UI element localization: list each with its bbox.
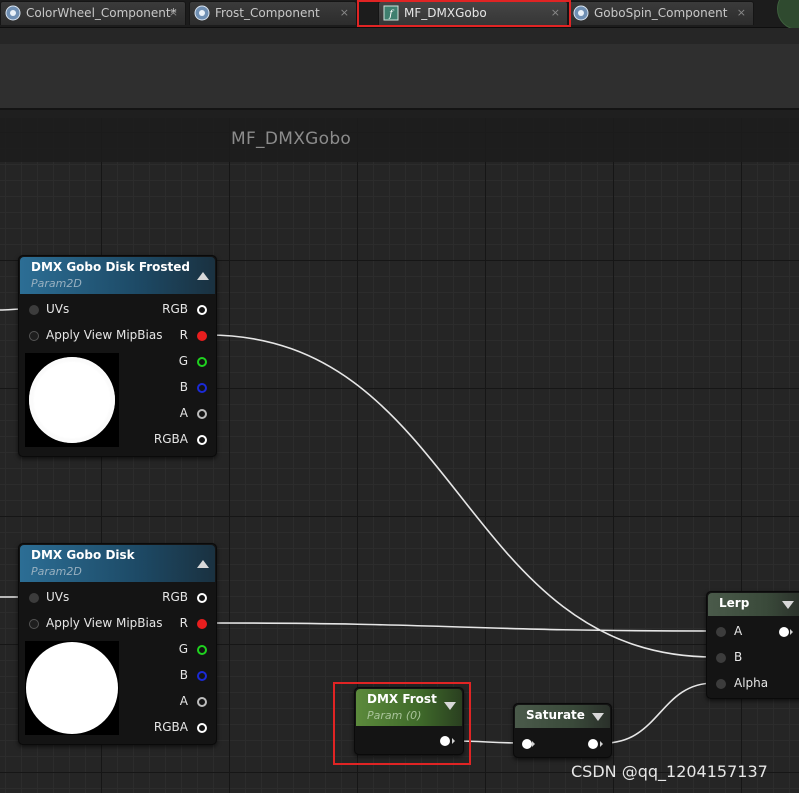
node-title: Lerp bbox=[719, 596, 750, 610]
pin-label-b: B bbox=[179, 380, 188, 394]
pin-label-rgb: RGB bbox=[162, 302, 188, 316]
pin-label-a: A bbox=[179, 406, 188, 420]
output-pin-a[interactable] bbox=[197, 697, 207, 707]
node-title: DMX Gobo Disk bbox=[31, 548, 135, 562]
output-pin-r[interactable] bbox=[197, 619, 207, 629]
wire-disk-r-to-lerp-a bbox=[207, 622, 715, 632]
pin-label-rgba: RGBA bbox=[153, 720, 188, 734]
pin-label-uvs: UVs bbox=[46, 302, 70, 316]
output-pin-b[interactable] bbox=[197, 671, 207, 681]
wire-frosted-r-to-lerp-b bbox=[207, 334, 715, 658]
output-pin-rgba[interactable] bbox=[197, 723, 207, 733]
node-header[interactable]: Lerp bbox=[708, 593, 799, 616]
node-dmx-gobo-disk[interactable]: DMX Gobo Disk Param2D UVs Apply View Mip… bbox=[18, 543, 217, 745]
node-subtitle: Param2D bbox=[31, 565, 82, 578]
frosted-disk-preview bbox=[29, 357, 115, 443]
output-pin-value[interactable] bbox=[440, 736, 450, 746]
collapse-arrow-icon[interactable] bbox=[197, 560, 209, 568]
pin-arrow-icon bbox=[600, 741, 603, 747]
node-lerp[interactable]: Lerp A B Alpha bbox=[706, 591, 799, 699]
wire-saturate-to-lerp-alpha bbox=[603, 682, 715, 744]
input-pin-alpha[interactable] bbox=[716, 679, 726, 689]
node-title: DMX Frost bbox=[367, 692, 437, 706]
output-pin-b[interactable] bbox=[197, 383, 207, 393]
pin-label-uvs: UVs bbox=[46, 590, 70, 604]
pin-arrow-icon bbox=[532, 741, 535, 747]
output-pin-a[interactable] bbox=[197, 409, 207, 419]
pin-label-r: R bbox=[179, 616, 188, 630]
pin-label-g: G bbox=[178, 642, 188, 656]
input-pin-b[interactable] bbox=[716, 653, 726, 663]
node-dmx-frost[interactable]: DMX Frost Param (0) bbox=[354, 687, 464, 755]
input-pin-apply-view-mipbias[interactable] bbox=[29, 619, 39, 629]
pin-label-a: A bbox=[734, 624, 743, 638]
node-header[interactable]: DMX Gobo Disk Frosted Param2D bbox=[20, 257, 215, 294]
output-pin-g[interactable] bbox=[197, 645, 207, 655]
node-dmx-gobo-disk-frosted[interactable]: DMX Gobo Disk Frosted Param2D UVs Apply … bbox=[18, 255, 217, 457]
watermark-text: CSDN @qq_1204157137 bbox=[571, 762, 768, 781]
pin-label-apply-view-mipbias: Apply View MipBias bbox=[46, 616, 163, 630]
pin-label-a: A bbox=[179, 694, 188, 708]
node-title: Saturate bbox=[526, 708, 585, 722]
pin-label-b: B bbox=[734, 650, 743, 664]
input-pin-uvs[interactable] bbox=[29, 593, 39, 603]
output-pin-value[interactable] bbox=[588, 739, 598, 749]
output-pin-rgba[interactable] bbox=[197, 435, 207, 445]
texture-preview bbox=[25, 353, 119, 447]
pin-label-rgba: RGBA bbox=[153, 432, 188, 446]
output-pin-result[interactable] bbox=[779, 627, 789, 637]
pin-arrow-icon bbox=[790, 629, 793, 635]
collapse-arrow-icon[interactable] bbox=[782, 601, 794, 609]
pin-arrow-icon bbox=[452, 738, 455, 744]
input-pin-apply-view-mipbias[interactable] bbox=[29, 331, 39, 341]
node-subtitle: Param (0) bbox=[367, 709, 422, 722]
pin-label-alpha: Alpha bbox=[734, 676, 769, 690]
node-saturate[interactable]: Saturate bbox=[513, 703, 612, 758]
pin-label-r: R bbox=[179, 328, 188, 342]
pin-label-b: B bbox=[179, 668, 188, 682]
input-pin-a[interactable] bbox=[716, 627, 726, 637]
node-title: DMX Gobo Disk Frosted bbox=[31, 260, 191, 274]
collapse-arrow-icon[interactable] bbox=[444, 702, 456, 710]
node-header[interactable]: Saturate bbox=[515, 705, 610, 728]
input-pin-uvs[interactable] bbox=[29, 305, 39, 315]
texture-preview bbox=[25, 641, 119, 735]
output-pin-g[interactable] bbox=[197, 357, 207, 367]
pin-label-g: G bbox=[178, 354, 188, 368]
collapse-arrow-icon[interactable] bbox=[197, 272, 209, 280]
node-header[interactable]: DMX Gobo Disk Param2D bbox=[20, 545, 215, 582]
pin-label-rgb: RGB bbox=[162, 590, 188, 604]
node-subtitle: Param2D bbox=[31, 277, 82, 290]
input-pin-value[interactable] bbox=[522, 739, 532, 749]
node-header[interactable]: DMX Frost Param (0) bbox=[356, 689, 462, 726]
pin-label-apply-view-mipbias: Apply View MipBias bbox=[46, 328, 163, 342]
output-pin-r[interactable] bbox=[197, 331, 207, 341]
output-pin-rgb[interactable] bbox=[197, 593, 207, 603]
output-pin-rgb[interactable] bbox=[197, 305, 207, 315]
collapse-arrow-icon[interactable] bbox=[592, 713, 604, 721]
disk-preview bbox=[26, 642, 118, 734]
